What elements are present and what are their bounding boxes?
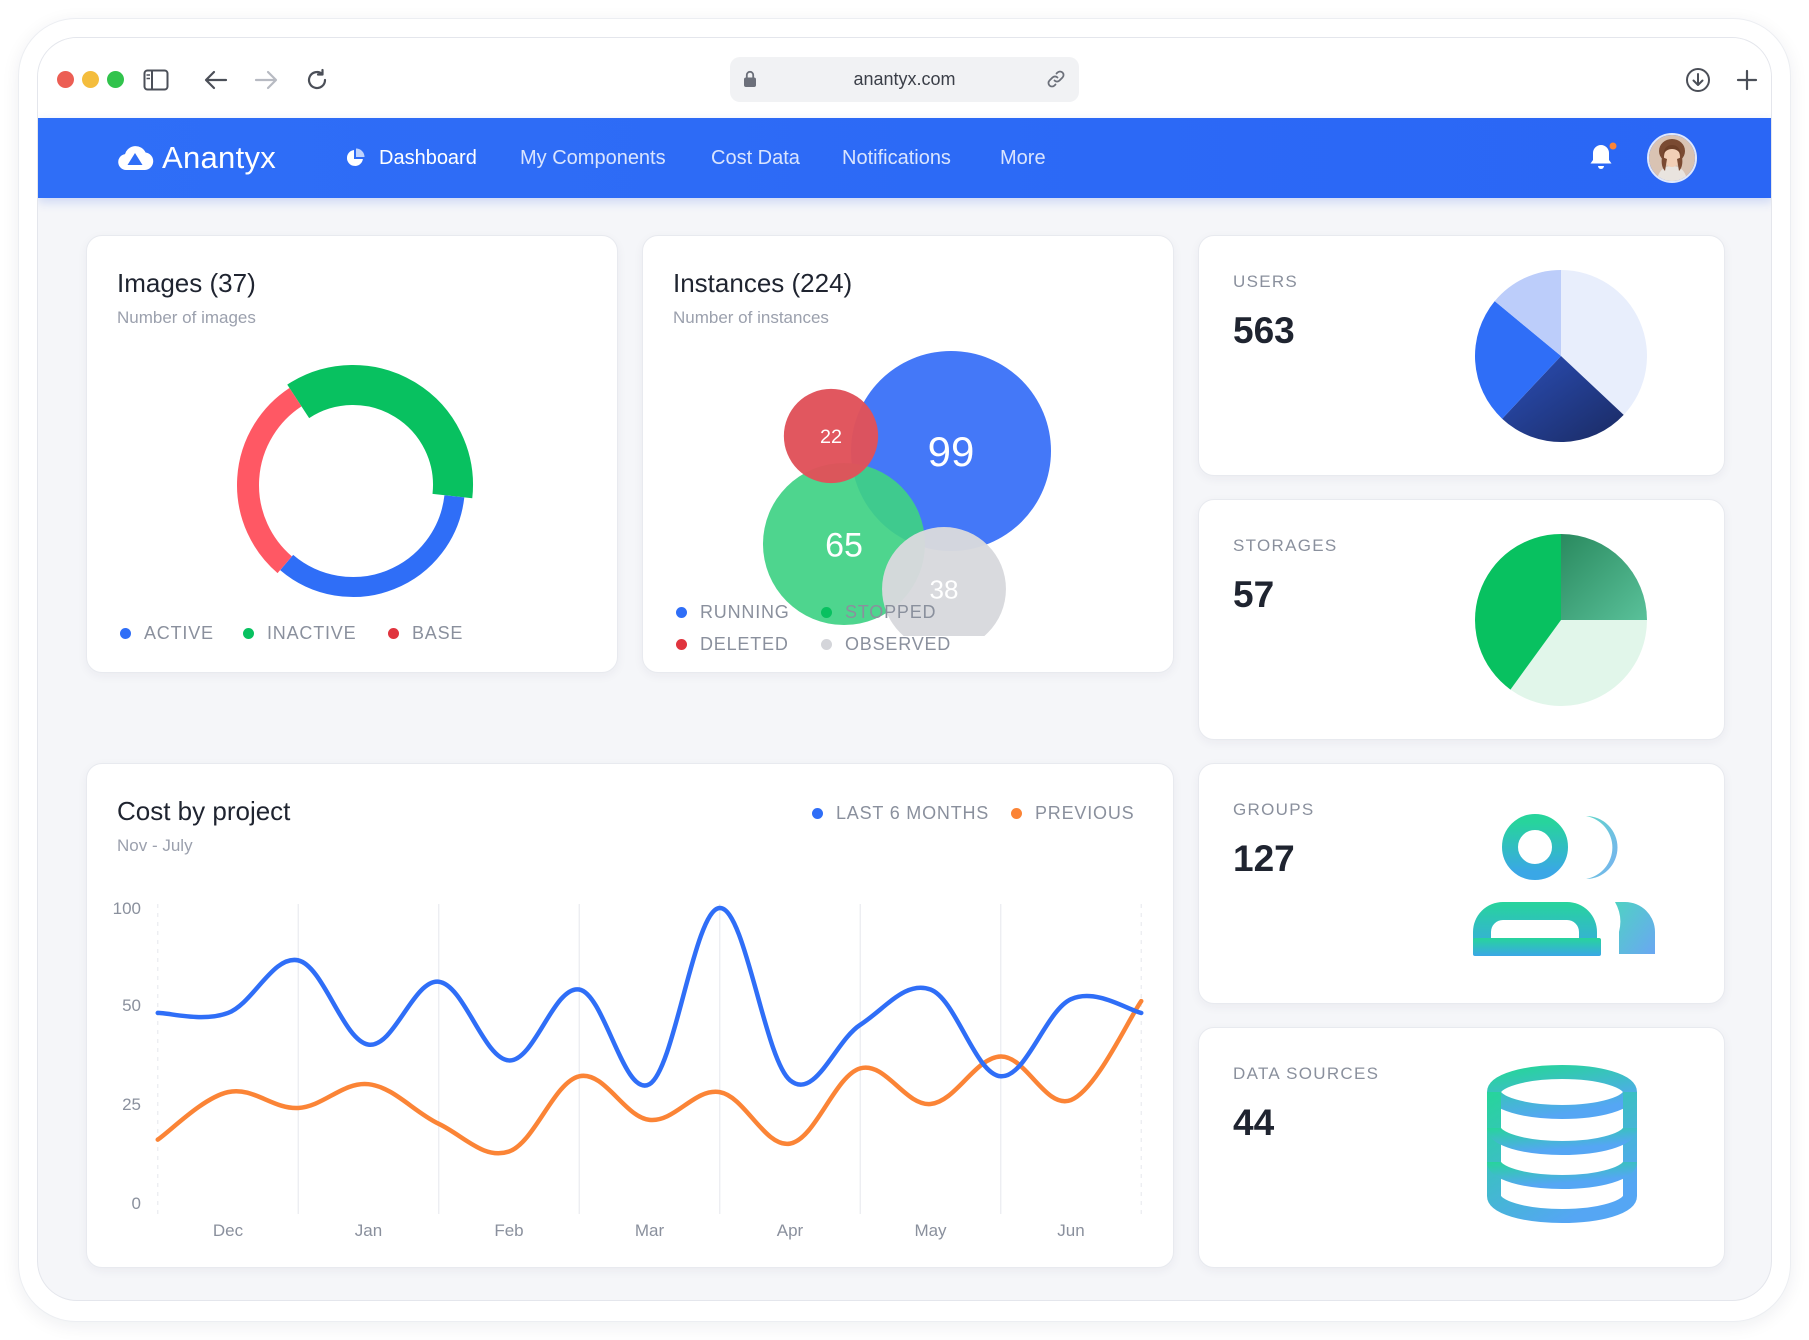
close-window-button[interactable] (57, 71, 74, 88)
cost-by-project-card: Cost by project Nov - July LAST 6 MONTHS… (86, 763, 1174, 1268)
nav-item-my-components[interactable]: My Components (520, 147, 666, 170)
legend-dot-inactive (243, 628, 254, 639)
legend-dot-active (120, 628, 131, 639)
storages-label: STORAGES (1233, 536, 1338, 555)
storages-pie-slice-0 (1561, 534, 1647, 620)
data-sources-card: DATA SOURCES 44 (1198, 1027, 1725, 1268)
bubble-label-observed: 38 (930, 574, 959, 604)
cloud-logo-icon[interactable] (116, 143, 154, 178)
users-card: USERS 563 (1198, 235, 1725, 476)
legend-label-running: RUNNING (700, 602, 790, 622)
minimize-window-button[interactable] (82, 71, 99, 88)
cost-line-chart: 100 50 25 0 Dec Jan Feb Mar Apr May Jun (113, 899, 1144, 1240)
y-tick-label: 25 (122, 1095, 141, 1114)
y-tick-label: 100 (113, 899, 141, 918)
instances-card: Instances (224) Number of instances 99 65… (642, 235, 1174, 673)
legend-deleted: DELETED (676, 634, 789, 655)
x-tick-label: May (914, 1221, 947, 1240)
browser-toolbar: anantyx.com (38, 38, 1771, 118)
x-tick-label: Dec (213, 1221, 244, 1240)
maximize-window-button[interactable] (107, 71, 124, 88)
legend-dot-observed (821, 639, 832, 650)
images-donut-chart (237, 365, 473, 597)
storages-card: STORAGES 57 (1198, 499, 1725, 740)
browser-window: anantyx.com Anantyx Dashboard My Compone… (37, 37, 1772, 1301)
nav-item-notifications[interactable]: Notifications (842, 147, 951, 170)
legend-label-stopped: STOPPED (845, 602, 937, 622)
storages-pie-chart (1475, 534, 1647, 706)
legend-stopped: STOPPED (821, 602, 936, 623)
legend-inactive: INACTIVE (243, 623, 356, 644)
url-text: anantyx.com (853, 69, 956, 89)
groups-value: 127 (1233, 838, 1295, 879)
download-icon[interactable] (1681, 63, 1715, 97)
y-tick-label: 50 (122, 996, 141, 1015)
storages-value: 57 (1233, 574, 1275, 615)
link-icon[interactable] (1046, 69, 1066, 94)
images-card-title: Images (37) (117, 268, 256, 298)
user-avatar[interactable] (1647, 133, 1697, 183)
legend-running: RUNNING (676, 602, 790, 623)
donut-segment-inactive (287, 365, 473, 499)
x-tick-label: Feb (494, 1221, 523, 1240)
legend-observed: OBSERVED (821, 634, 951, 655)
images-card: Images (37) Number of images ACTIVE INAC… (86, 235, 618, 673)
nav-item-more[interactable]: More (1000, 147, 1046, 170)
y-tick-label: 0 (132, 1194, 141, 1213)
new-tab-plus-icon[interactable] (1730, 63, 1764, 97)
legend-label-observed: OBSERVED (845, 634, 952, 654)
legend-dot-deleted (676, 639, 687, 650)
users-pie-chart (1475, 270, 1647, 442)
users-value: 563 (1233, 310, 1295, 351)
series-line-previous (155, 998, 1144, 1156)
donut-segment-base (237, 387, 302, 574)
nav-item-cost-data[interactable]: Cost Data (711, 147, 800, 170)
app-navbar: Anantyx Dashboard My Components Cost Dat… (38, 118, 1771, 198)
donut-segment-active (280, 495, 465, 597)
nav-item-dashboard[interactable]: Dashboard (379, 147, 477, 170)
legend-dot-stopped (821, 607, 832, 618)
data-sources-label: DATA SOURCES (1233, 1064, 1380, 1083)
address-bar[interactable]: anantyx.com (730, 57, 1079, 102)
reload-icon[interactable] (300, 63, 334, 97)
bell-icon[interactable] (1585, 140, 1619, 179)
sidebar-toggle-icon[interactable] (139, 63, 173, 97)
legend-label-base: BASE (412, 623, 464, 643)
legend-base: BASE (388, 623, 463, 644)
legend-label-deleted: DELETED (700, 634, 789, 654)
users-label: USERS (1233, 272, 1299, 291)
groups-label: GROUPS (1233, 800, 1315, 819)
data-sources-value: 44 (1233, 1102, 1275, 1143)
legend-dot-base (388, 628, 399, 639)
bubble-label-deleted: 22 (820, 426, 842, 448)
users-group-icon (1473, 814, 1655, 956)
instances-bubble-chart: 99 65 38 22 (762, 351, 1051, 636)
brand-name[interactable]: Anantyx (162, 140, 276, 176)
images-card-subtitle: Number of images (117, 308, 256, 327)
bubble-label-running: 99 (928, 428, 975, 475)
legend-label-active: ACTIVE (144, 623, 214, 643)
legend-active: ACTIVE (120, 623, 214, 644)
x-tick-label: Jun (1057, 1221, 1084, 1240)
database-icon (1487, 1065, 1637, 1224)
dashboard-pie-icon (345, 148, 365, 173)
forward-arrow-icon[interactable] (249, 63, 283, 97)
legend-dot-running (676, 607, 687, 618)
x-tick-label: Jan (355, 1221, 382, 1240)
legend-label-inactive: INACTIVE (267, 623, 357, 643)
groups-card: GROUPS 127 (1198, 763, 1725, 1004)
x-tick-label: Apr (777, 1221, 804, 1240)
x-tick-label: Mar (635, 1221, 665, 1240)
back-arrow-icon[interactable] (199, 63, 233, 97)
bubble-label-stopped: 65 (825, 526, 863, 564)
